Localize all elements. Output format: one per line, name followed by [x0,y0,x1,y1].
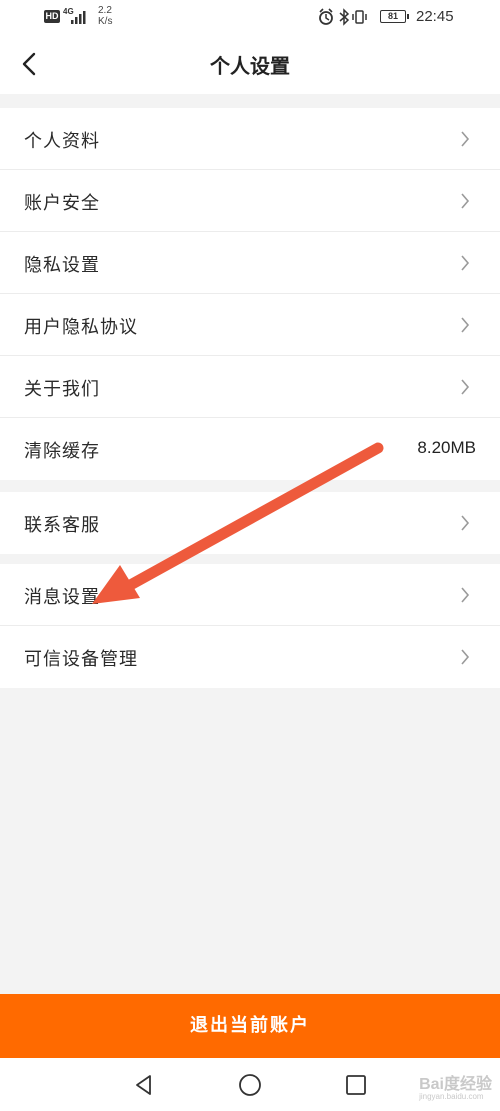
row-label: 账户安全 [24,193,100,214]
chevron-right-icon [461,131,470,147]
row-message-settings[interactable]: 消息设置 [0,564,500,626]
row-clear-cache[interactable]: 清除缓存 8.20MB [0,418,500,480]
circle-home-icon[interactable] [237,1072,263,1098]
row-contact-support[interactable]: 联系客服 [0,492,500,554]
row-about-us[interactable]: 关于我们 [0,356,500,418]
row-label: 关于我们 [24,379,100,400]
vibrate-icon [352,10,367,24]
chevron-right-icon [461,379,470,395]
chevron-right-icon [461,649,470,665]
battery-icon: 81 [380,10,409,23]
chevron-right-icon [461,587,470,603]
page-title: 个人设置 [210,54,290,78]
row-label: 用户隐私协议 [24,317,138,338]
hd-badge: HD [44,10,60,23]
row-privacy-agreement[interactable]: 用户隐私协议 [0,294,500,356]
header: 个人设置 [0,34,500,94]
baidu-watermark: Bai度经验 jingyan.baidu.com [419,1076,492,1101]
triangle-back-icon[interactable] [131,1072,157,1098]
settings-group-support: 联系客服 [0,492,500,554]
system-nav-bar: Bai度经验 jingyan.baidu.com [0,1058,500,1111]
row-trusted-devices[interactable]: 可信设备管理 [0,626,500,688]
row-label: 清除缓存 [24,441,100,462]
row-label: 可信设备管理 [24,649,138,670]
logout-button[interactable]: 退出当前账户 [0,994,500,1058]
chevron-right-icon [461,515,470,531]
network-speed: 2.2 K/s [98,5,113,27]
row-privacy-settings[interactable]: 隐私设置 [0,232,500,294]
signal-icon [71,11,86,24]
chevron-right-icon [461,317,470,333]
cache-size: 8.20MB [417,438,476,457]
row-account-security[interactable]: 账户安全 [0,170,500,232]
row-label: 联系客服 [24,515,100,536]
clock: 22:45 [416,8,454,25]
status-bar: HD 4G 2.2 K/s 81 22:45 [0,0,500,34]
bluetooth-icon [339,8,350,26]
row-profile[interactable]: 个人资料 [0,108,500,170]
row-label: 消息设置 [24,587,100,608]
status-icons [319,8,367,26]
chevron-right-icon [461,255,470,271]
alarm-icon [319,8,333,25]
row-label: 个人资料 [24,131,100,152]
settings-group-notifications: 消息设置 可信设备管理 [0,564,500,688]
square-recent-icon[interactable] [343,1072,369,1098]
chevron-right-icon [461,193,470,209]
row-label: 隐私设置 [24,255,100,276]
settings-group-account: 个人资料 账户安全 隐私设置 用户隐私协议 关于我们 清除缓存 8.20MB [0,108,500,480]
